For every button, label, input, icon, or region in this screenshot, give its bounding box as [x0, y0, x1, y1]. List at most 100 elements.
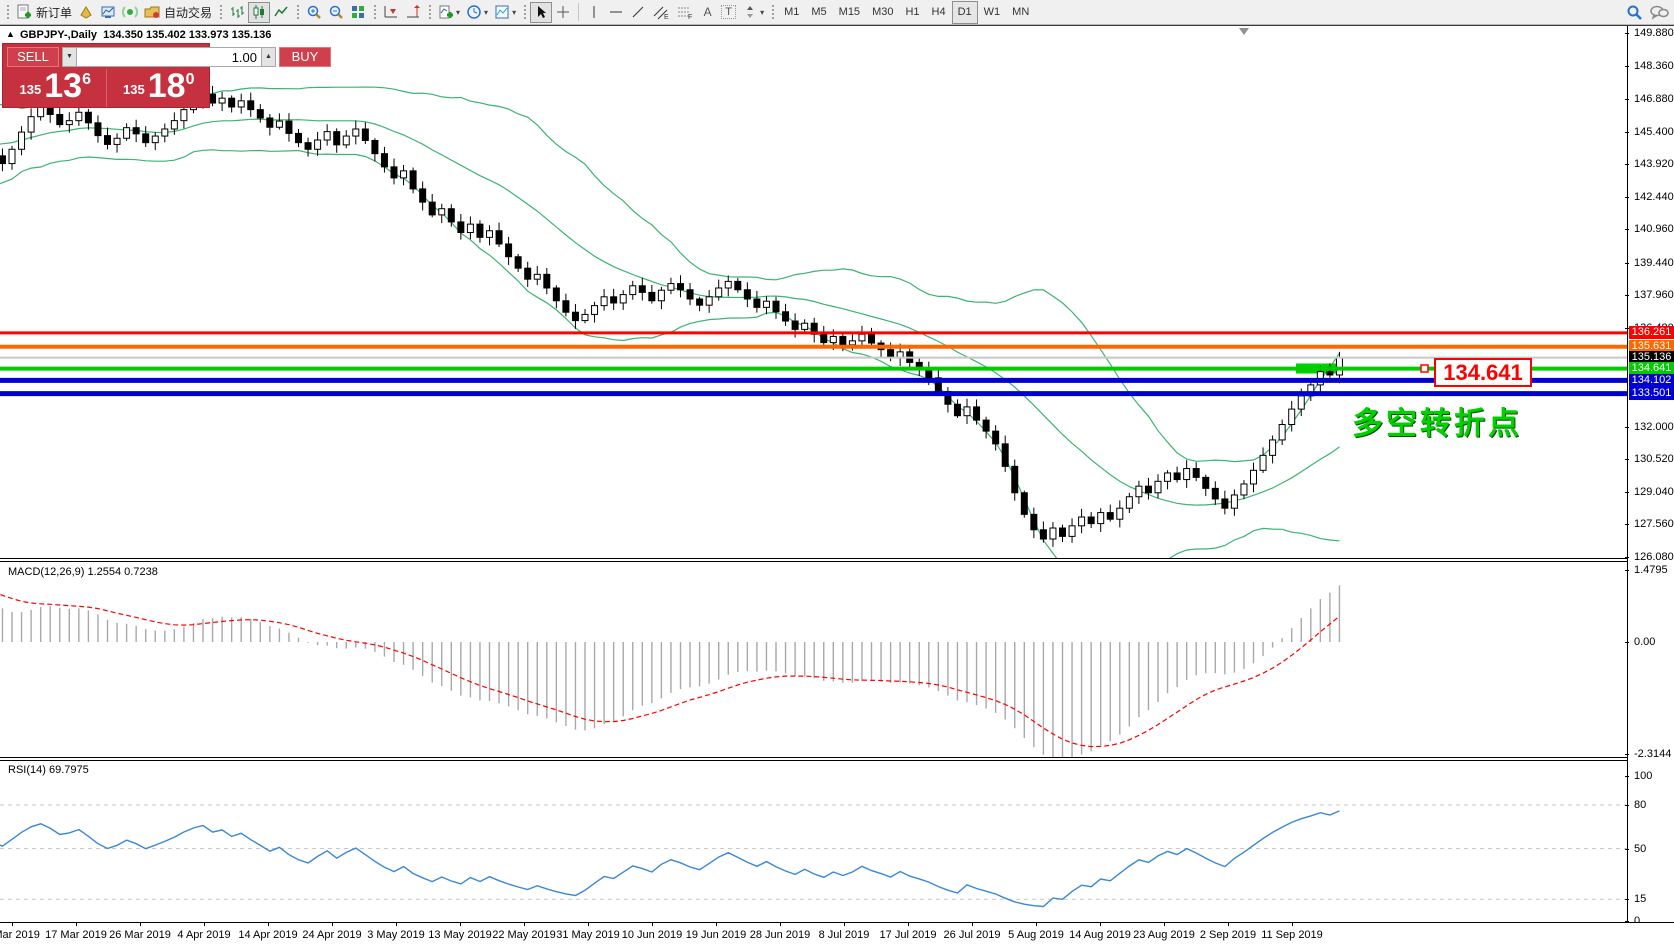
macd-pane[interactable]: [0, 562, 1627, 757]
shapes-button[interactable]: ▾: [739, 2, 767, 23]
date-label: 26 Mar 2019: [109, 929, 171, 941]
dropdown-caret-icon: ▾: [512, 8, 516, 17]
date-label: 14 Apr 2019: [238, 929, 297, 941]
collapse-panel-icon[interactable]: ▲: [6, 29, 15, 39]
toolbar-grip[interactable]: [218, 3, 223, 21]
date-label: 17 Mar 2019: [45, 929, 107, 941]
crosshair-icon: [555, 4, 571, 20]
market-watch-icon: [100, 4, 116, 20]
buy-button[interactable]: BUY: [279, 47, 331, 67]
toolbar-grip[interactable]: [427, 3, 432, 21]
main-chart-pane[interactable]: [0, 26, 1627, 558]
date-label: 31 May 2019: [556, 929, 620, 941]
timeframe-m5-button[interactable]: M5: [805, 1, 832, 24]
price-level-annotation[interactable]: 134.641: [1434, 358, 1532, 387]
timeframe-d1-button[interactable]: D1: [952, 1, 978, 24]
buy-price[interactable]: 135 18 0: [106, 69, 210, 107]
new-order-label: 新订单: [36, 4, 72, 21]
auto-scroll-button[interactable]: [380, 2, 402, 23]
date-axis[interactable]: 7 Mar 201917 Mar 201926 Mar 20194 Apr 20…: [0, 922, 1674, 952]
buy-price-prefix: 135: [123, 82, 145, 97]
vertical-line-button[interactable]: [583, 2, 605, 23]
cursor-arrow-icon: [533, 4, 549, 20]
horizontal-line-button[interactable]: [605, 2, 627, 23]
templates-button[interactable]: ▾: [491, 2, 519, 23]
axis-tick-label: 149.880: [1628, 26, 1674, 40]
date-tick: [1036, 923, 1037, 926]
main-toolbar: 新订单 自动交易 ▾ ▾ ▾ E F A T ▾ M1 M5 M15 M30 H…: [0, 0, 1674, 25]
chat-icon: [1649, 4, 1669, 21]
text-icon: A: [704, 5, 712, 19]
date-tick: [780, 923, 781, 926]
toolbar-grip[interactable]: [5, 3, 10, 21]
crosshair-button[interactable]: [552, 2, 574, 23]
market-watch-button[interactable]: [97, 2, 119, 23]
toolbar-grip[interactable]: [770, 3, 775, 21]
toolbar-grip[interactable]: [295, 3, 300, 21]
text-button[interactable]: A: [697, 2, 718, 23]
axis-tick-label: 100: [1628, 769, 1674, 783]
date-tick: [1228, 923, 1229, 926]
sell-button[interactable]: SELL: [7, 47, 59, 67]
axis-tick-label: 140.960: [1628, 222, 1674, 236]
candlestick-chart-button[interactable]: [248, 2, 270, 23]
cursor-button[interactable]: [530, 2, 552, 23]
tile-windows-button[interactable]: [347, 2, 369, 23]
auto-scroll-icon: [383, 4, 399, 20]
buy-price-big: 18: [148, 71, 186, 101]
line-chart-icon: [273, 4, 289, 20]
date-label: 24 Apr 2019: [302, 929, 361, 941]
macd-indicator-label: MACD(12,26,9) 1.2554 0.7238: [8, 566, 158, 578]
volume-up-button[interactable]: ▲: [261, 47, 276, 67]
toolbar-grip[interactable]: [522, 3, 527, 21]
auto-trading-icon: [144, 4, 160, 20]
equidistant-channel-icon: E: [652, 4, 670, 20]
zoom-in-button[interactable]: [303, 2, 325, 23]
bar-chart-button[interactable]: [226, 2, 248, 23]
fibonacci-button[interactable]: F: [673, 2, 697, 23]
axis-tick-label: 130.520: [1628, 452, 1674, 466]
toolbar-grip[interactable]: [372, 3, 377, 21]
date-tick: [204, 923, 205, 926]
date-label: 8 Jul 2019: [819, 929, 870, 941]
sell-price[interactable]: 135 13 6: [3, 69, 106, 107]
line-chart-button[interactable]: [270, 2, 292, 23]
volume-input[interactable]: [77, 47, 261, 67]
chat-button[interactable]: [1646, 2, 1672, 23]
axis-tick-label: -2.3144: [1628, 747, 1674, 761]
zoom-out-button[interactable]: [325, 2, 347, 23]
periods-button[interactable]: ▾: [463, 2, 491, 23]
volume-spinner: ▼ ▲: [62, 47, 276, 67]
timeframe-m1-button[interactable]: M1: [778, 1, 805, 24]
date-label: 10 Jun 2019: [622, 929, 683, 941]
auto-trading-button[interactable]: 自动交易: [141, 2, 215, 23]
search-button[interactable]: [1623, 2, 1646, 23]
chart-symbol-period: GBPJPY-,Daily: [20, 29, 97, 41]
date-tick: [908, 923, 909, 926]
date-label: 23 Aug 2019: [1133, 929, 1195, 941]
timeframe-w1-button[interactable]: W1: [978, 1, 1007, 24]
chart-shift-button[interactable]: [402, 2, 424, 23]
timeframe-h1-button[interactable]: H1: [899, 1, 925, 24]
timeframe-h4-button[interactable]: H4: [926, 1, 952, 24]
turning-point-annotation[interactable]: 多空转折点: [1352, 398, 1522, 443]
equidistant-channel-button[interactable]: E: [649, 2, 673, 23]
timeframe-m15-button[interactable]: M15: [833, 1, 866, 24]
volume-down-button[interactable]: ▼: [62, 47, 77, 67]
text-label-button[interactable]: T: [718, 2, 739, 23]
signals-button[interactable]: [119, 2, 141, 23]
price-axis[interactable]: 149.880148.360146.880145.400143.920142.4…: [1628, 26, 1674, 922]
trendline-button[interactable]: [627, 2, 649, 23]
rsi-pane[interactable]: [0, 761, 1627, 922]
price-level-tag: 136.261: [1629, 326, 1674, 339]
axis-tick-label: 139.440: [1628, 256, 1674, 270]
bar-chart-icon: [229, 4, 245, 20]
date-tick: [268, 923, 269, 926]
new-order-button[interactable]: 新订单: [13, 2, 75, 23]
profiles-button[interactable]: [75, 2, 97, 23]
timeframe-mn-button[interactable]: MN: [1006, 1, 1035, 24]
axis-tick-label: 146.880: [1628, 92, 1674, 106]
timeframe-m30-button[interactable]: M30: [866, 1, 899, 24]
axis-tick-label: 129.040: [1628, 485, 1674, 499]
indicators-button[interactable]: ▾: [435, 2, 463, 23]
